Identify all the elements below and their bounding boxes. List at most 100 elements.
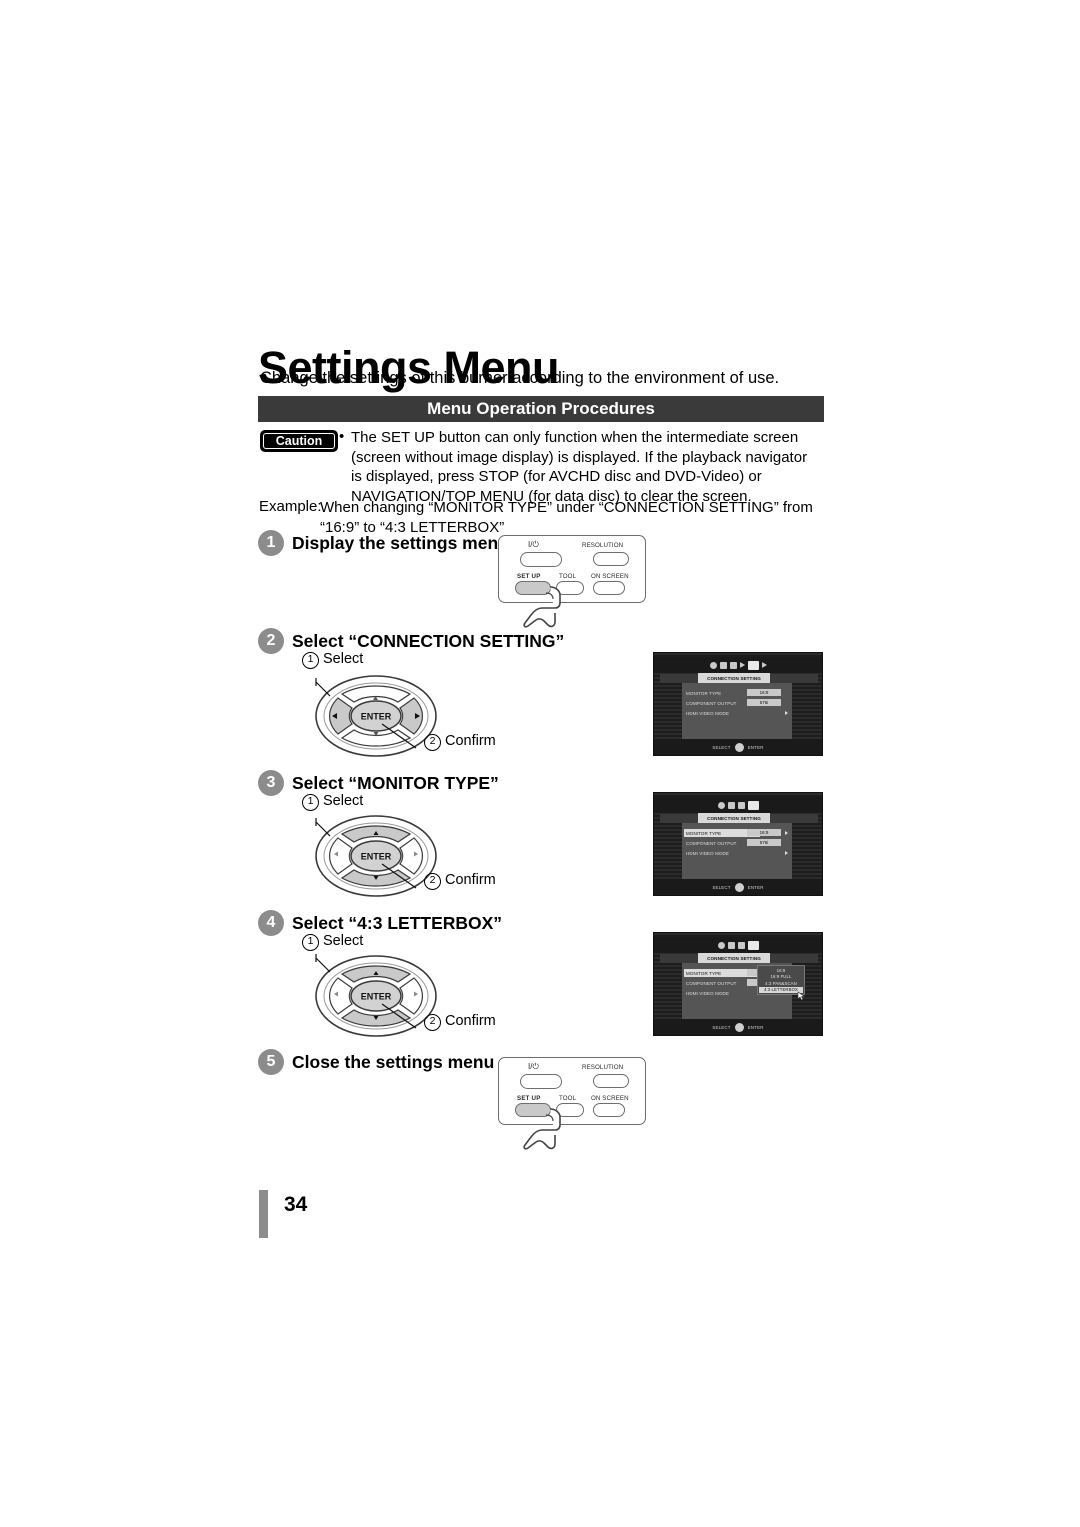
select-step-marker: 1 <box>302 652 319 669</box>
pointing-hand-icon <box>523 586 561 628</box>
photo-icon <box>737 801 745 809</box>
power-icon: I/⏻ <box>528 540 539 549</box>
status-select-label: SELECT <box>712 1024 731 1030</box>
confirm-step-marker: 2 <box>424 873 441 890</box>
row-arrow-icon <box>785 831 788 835</box>
manual-page: Settings Menu Change the settings of thi… <box>0 0 1080 1527</box>
disc-icon <box>717 941 725 949</box>
svg-text:ENTER: ENTER <box>361 712 392 722</box>
svg-text:ENTER: ENTER <box>361 852 392 862</box>
on-screen-label: ON SCREEN <box>591 573 629 580</box>
tv-row-hdmi-video-mode-1[interactable]: HDMI VIDEO MODE <box>686 709 729 717</box>
tv-screen-3: CONNECTION SETTING MONITOR TYPE 16:9 COM… <box>653 932 823 1036</box>
confirm-caption-text: Confirm <box>445 733 496 749</box>
tv-icon-bar <box>654 937 822 953</box>
tv-row-hdmi-video-mode-3[interactable]: HDMI VIDEO MODE <box>686 989 729 997</box>
tv-row-component-output-1[interactable]: COMPONENT OUTPUT <box>686 699 737 707</box>
tv-active-tab-1: CONNECTION SETTING <box>698 673 770 683</box>
step-heading-3: Select “MONITOR TYPE” <box>292 773 499 793</box>
dpad-illustration-4: ENTER <box>312 952 440 1040</box>
example-label: Example: <box>259 498 322 515</box>
dpad-select-caption-4: 1 Select <box>302 933 363 951</box>
settings-list-icon <box>747 660 759 670</box>
section-header-label: Menu Operation Procedures <box>427 399 655 418</box>
row-arrow-icon <box>785 711 788 715</box>
tv-status-bar-3: SELECT ENTER <box>654 1019 822 1035</box>
tv-row-component-output-3[interactable]: COMPONENT OUTPUT <box>686 979 737 987</box>
on-screen-button[interactable] <box>593 1103 625 1117</box>
step-heading-4: Select “4:3 LETTERBOX” <box>292 913 503 933</box>
caution-badge-label: Caution <box>263 433 335 449</box>
row-label: HDMI VIDEO MODE <box>686 850 730 856</box>
tv-row-hdmi-video-mode-2[interactable]: HDMI VIDEO MODE <box>686 849 729 857</box>
caution-bullet: • <box>339 428 345 445</box>
tool-label: TOOL <box>559 573 577 580</box>
select-caption-text: Select <box>323 651 364 667</box>
page-intro: Change the settings of this burner accor… <box>260 369 780 387</box>
tv-value-component-output-2: 576i <box>747 839 781 846</box>
settings-list-icon <box>747 800 759 810</box>
confirm-caption-text: Confirm <box>445 872 496 888</box>
select-caption-text: Select <box>323 933 364 949</box>
page-number: 34 <box>284 1193 308 1216</box>
tv-row-monitor-type-1[interactable]: MONITOR TYPE <box>686 689 721 697</box>
step-heading-2: Select “CONNECTION SETTING” <box>292 631 565 651</box>
step-heading-1: Display the settings menu <box>292 533 509 553</box>
confirm-caption-text: Confirm <box>445 1013 496 1029</box>
tv-value-monitor-type-2: 16:9 <box>747 829 781 836</box>
row-label: HDMI VIDEO MODE <box>686 710 730 716</box>
disc-icon <box>717 801 725 809</box>
step-number-1: 1 <box>258 530 284 556</box>
row-label: MONITOR TYPE <box>686 690 722 696</box>
dpad-confirm-caption-4: 2 Confirm <box>424 1013 496 1031</box>
resolution-button[interactable] <box>593 1074 629 1088</box>
page-number-bar <box>259 1190 268 1238</box>
dpad-illustration-3: ENTER <box>312 812 440 900</box>
step-number-5: 5 <box>258 1049 284 1075</box>
status-enter-label: ENTER <box>747 1024 764 1030</box>
dpad-select-caption-2: 1 Select <box>302 651 363 669</box>
tv-active-tab-3: CONNECTION SETTING <box>698 953 770 963</box>
power-button[interactable] <box>520 1074 562 1089</box>
right-arrow-icon <box>761 662 767 668</box>
left-arrow-icon <box>739 662 745 668</box>
svg-text:ENTER: ENTER <box>361 992 392 1002</box>
photo-icon <box>737 941 745 949</box>
remote-illustration-1: I/⏻ RESOLUTION SET UP TOOL ON SCREEN <box>498 535 646 628</box>
tv-row-component-output-2[interactable]: COMPONENT OUTPUT <box>686 839 737 847</box>
power-icon: I/⏻ <box>528 1062 539 1071</box>
row-label: MONITOR TYPE <box>686 970 722 976</box>
step-number-3: 3 <box>258 770 284 796</box>
settings-list-icon <box>747 940 759 950</box>
music-note-icon <box>727 801 735 809</box>
power-button[interactable] <box>520 552 562 567</box>
confirm-step-marker: 2 <box>424 734 441 751</box>
row-label: COMPONENT OUTPUT <box>686 700 737 706</box>
resolution-button[interactable] <box>593 552 629 566</box>
dpad-select-caption-3: 1 Select <box>302 793 363 811</box>
tv-status-bar-1: SELECT ENTER <box>654 739 822 755</box>
tv-screen-1: CONNECTION SETTING MONITOR TYPE 16:9 COM… <box>653 652 823 756</box>
set-up-label: SET UP <box>517 573 541 580</box>
on-screen-button[interactable] <box>593 581 625 595</box>
caution-badge: Caution <box>260 430 338 452</box>
row-label: HDMI VIDEO MODE <box>686 990 730 996</box>
music-note-icon <box>719 661 727 669</box>
dpad-confirm-caption-3: 2 Confirm <box>424 872 496 890</box>
status-dpad-icon <box>734 1022 744 1032</box>
row-label: COMPONENT OUTPUT <box>686 980 737 986</box>
row-arrow-icon <box>785 851 788 855</box>
pointing-hand-icon <box>523 1108 561 1150</box>
tv-value-monitor-type-1: 16:9 <box>747 689 781 696</box>
resolution-label: RESOLUTION <box>582 542 624 549</box>
tv-icon-bar <box>654 657 822 673</box>
photo-icon <box>729 661 737 669</box>
step-heading-5: Close the settings menu <box>292 1052 495 1072</box>
status-enter-label: ENTER <box>747 884 764 890</box>
tv-status-bar-2: SELECT ENTER <box>654 879 822 895</box>
row-label: MONITOR TYPE <box>686 830 722 836</box>
confirm-step-marker: 2 <box>424 1014 441 1031</box>
step-number-4: 4 <box>258 910 284 936</box>
row-label: COMPONENT OUTPUT <box>686 840 737 846</box>
tv-screen-2: CONNECTION SETTING MONITOR TYPE 16:9 COM… <box>653 792 823 896</box>
